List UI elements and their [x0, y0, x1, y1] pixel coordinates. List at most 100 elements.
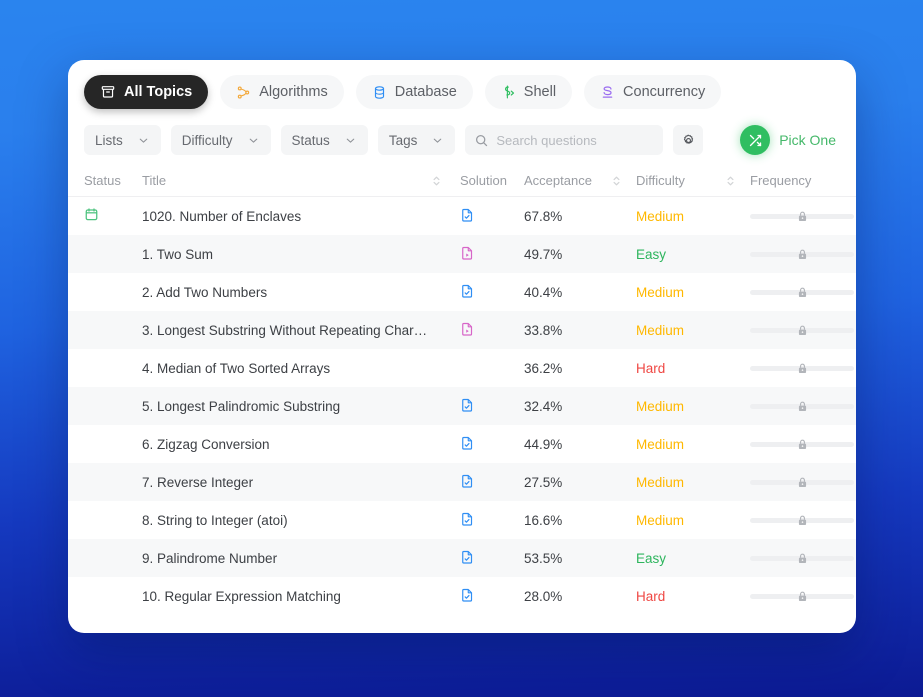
table-row[interactable]: 4. Median of Two Sorted Arrays36.2%Hard: [68, 349, 856, 387]
filter-label: Tags: [389, 133, 418, 148]
row-acceptance: 28.0%: [524, 589, 612, 604]
topic-tab-label: All Topics: [124, 84, 192, 100]
lock-icon: [796, 552, 809, 565]
table-row[interactable]: 7. Reverse Integer 27.5% Medium: [68, 463, 856, 501]
topic-tab-algorithms[interactable]: Algorithms: [220, 75, 344, 109]
row-frequency: [750, 511, 856, 529]
row-acceptance: 16.6%: [524, 513, 612, 528]
table-row[interactable]: 9. Palindrome Number53.5%Easy: [68, 539, 856, 577]
sort-title-button[interactable]: [432, 175, 454, 187]
row-solution[interactable]: [454, 245, 524, 264]
sort-acceptance-button[interactable]: [612, 175, 636, 187]
topic-tab-label: Concurrency: [623, 84, 705, 100]
search-box[interactable]: [465, 125, 663, 155]
topic-tab-database[interactable]: Database: [356, 75, 473, 109]
row-title[interactable]: 4. Median of Two Sorted Arrays: [142, 361, 432, 376]
row-solution[interactable]: [454, 435, 524, 454]
lock-icon: [796, 400, 809, 413]
row-solution[interactable]: [454, 283, 524, 302]
row-title[interactable]: 2. Add Two Numbers: [142, 285, 432, 300]
row-title[interactable]: 9. Palindrome Number: [142, 551, 432, 566]
row-acceptance: 33.8%: [524, 323, 612, 338]
row-solution[interactable]: [454, 397, 524, 416]
doc-check-blue-icon[interactable]: [460, 397, 475, 416]
table-row[interactable]: 3. Longest Substring Without Repeating C…: [68, 311, 856, 349]
sort-difficulty-button[interactable]: [726, 175, 750, 187]
doc-play-pink-icon[interactable]: [460, 321, 475, 340]
lock-icon: [796, 248, 809, 261]
filter-lists[interactable]: Lists: [84, 125, 161, 155]
column-header-status: Status: [68, 173, 142, 188]
table-row[interactable]: 8. String to Integer (atoi) 16.6% Medium: [68, 501, 856, 539]
row-acceptance: 67.8%: [524, 209, 612, 224]
doc-check-blue-icon[interactable]: [460, 549, 475, 568]
row-solution[interactable]: [454, 587, 524, 606]
row-frequency: [750, 435, 856, 453]
row-acceptance: 40.4%: [524, 285, 612, 300]
row-acceptance: 27.5%: [524, 475, 612, 490]
filter-tags[interactable]: Tags: [378, 125, 456, 155]
table-row[interactable]: 5. Longest Palindromic Substring32.4%Med…: [68, 387, 856, 425]
row-solution[interactable]: [454, 207, 524, 226]
doc-check-blue-icon[interactable]: [460, 435, 475, 454]
row-difficulty: Easy: [636, 247, 726, 262]
topic-tab-shell[interactable]: Shell: [485, 75, 572, 109]
row-solution[interactable]: [454, 321, 524, 340]
lock-icon: [796, 438, 809, 451]
doc-check-blue-icon[interactable]: [460, 473, 475, 492]
row-title[interactable]: 1020. Number of Enclaves: [142, 209, 432, 224]
row-title[interactable]: 6. Zigzag Conversion: [142, 437, 432, 452]
table-row[interactable]: 10. Regular Expression Matching28.0%Hard: [68, 577, 856, 615]
row-frequency: [750, 397, 856, 415]
chevron-down-icon: [344, 134, 357, 147]
row-frequency: [750, 207, 856, 225]
filter-label: Status: [292, 133, 330, 148]
table-header-row: Status Title Solution Acceptance Difficu…: [68, 165, 856, 197]
row-frequency: [750, 321, 856, 339]
column-header-solution: Solution: [454, 173, 524, 188]
row-solution[interactable]: [454, 473, 524, 492]
pick-one-button[interactable]: Pick One: [740, 125, 840, 155]
topic-tab-label: Database: [395, 84, 457, 100]
chevron-down-icon: [431, 134, 444, 147]
row-difficulty: Medium: [636, 209, 726, 224]
problems-table: Status Title Solution Acceptance Difficu…: [68, 165, 856, 615]
doc-check-blue-icon[interactable]: [460, 587, 475, 606]
calendar-icon: [84, 207, 99, 225]
table-row[interactable]: 1. Two Sum49.7%Easy: [68, 235, 856, 273]
settings-button[interactable]: [673, 125, 703, 155]
row-frequency: [750, 549, 856, 567]
row-status: [68, 207, 142, 225]
topic-tab-all-topics[interactable]: All Topics: [84, 75, 208, 109]
lock-icon: [796, 210, 809, 223]
row-title[interactable]: 10. Regular Expression Matching: [142, 589, 432, 604]
chevron-down-icon: [137, 134, 150, 147]
table-row[interactable]: 6. Zigzag Conversion44.9%Medium: [68, 425, 856, 463]
search-input[interactable]: [496, 133, 653, 148]
row-title[interactable]: 7. Reverse Integer: [142, 475, 432, 490]
doc-check-blue-icon[interactable]: [460, 511, 475, 530]
row-title[interactable]: 5. Longest Palindromic Substring: [142, 399, 432, 414]
filter-status[interactable]: Status: [281, 125, 368, 155]
row-title[interactable]: 1. Two Sum: [142, 247, 432, 262]
filter-difficulty[interactable]: Difficulty: [171, 125, 271, 155]
doc-play-pink-icon[interactable]: [460, 245, 475, 264]
shell-prompt-icon: [501, 85, 516, 100]
row-solution[interactable]: [454, 549, 524, 568]
lock-icon: [796, 476, 809, 489]
gear-icon: [681, 133, 696, 148]
row-difficulty: Medium: [636, 475, 726, 490]
row-acceptance: 36.2%: [524, 361, 612, 376]
row-difficulty: Medium: [636, 513, 726, 528]
row-title[interactable]: 8. String to Integer (atoi): [142, 513, 432, 528]
doc-check-blue-icon[interactable]: [460, 283, 475, 302]
doc-check-blue-icon[interactable]: [460, 207, 475, 226]
table-row[interactable]: 1020. Number of Enclaves 67.8% Medium: [68, 197, 856, 235]
filter-bar: Lists Difficulty Status Tags: [68, 115, 856, 165]
row-difficulty: Medium: [636, 285, 726, 300]
row-solution[interactable]: [454, 511, 524, 530]
table-row[interactable]: 2. Add Two Numbers 40.4% Medium: [68, 273, 856, 311]
topic-tab-concurrency[interactable]: Concurrency: [584, 75, 721, 109]
row-difficulty: Medium: [636, 437, 726, 452]
row-title[interactable]: 3. Longest Substring Without Repeating C…: [142, 323, 432, 338]
